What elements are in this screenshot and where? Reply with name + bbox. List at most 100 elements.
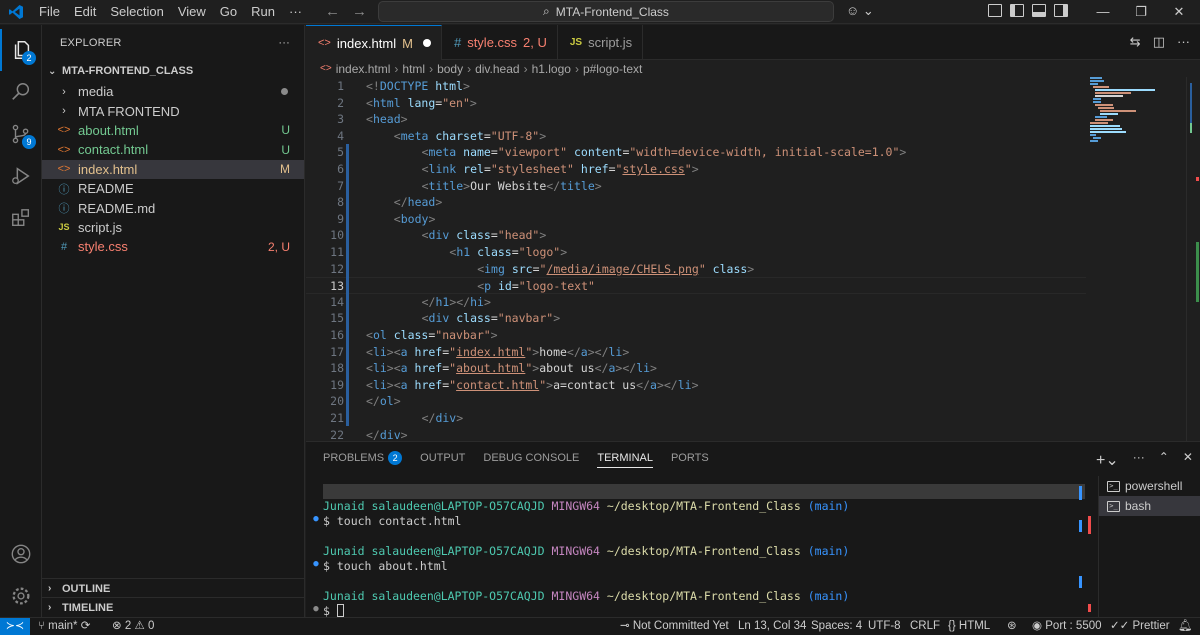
breadcrumb-item[interactable]: body	[437, 62, 463, 76]
code-token: <	[366, 361, 373, 376]
file-tree-item[interactable]: # style.css 2, U	[42, 237, 304, 256]
terminal-cursor	[336, 604, 344, 617]
code-line: 2 <html lang="en">	[306, 95, 1086, 112]
code-token: <	[366, 328, 373, 342]
close-panel-icon[interactable]: ✕	[1183, 450, 1193, 470]
compare-changes-icon[interactable]: ⇆	[1130, 34, 1141, 50]
copilot-icon[interactable]: ☺ ⌄	[846, 3, 874, 19]
language-status[interactable]: {} HTML	[948, 618, 990, 635]
code-token: =	[532, 261, 540, 276]
live-server-icon[interactable]: ⊛	[1007, 618, 1017, 635]
explorer-sidebar: EXPLORER ··· ⌄ MTA-FRONTEND_CLASS › media…	[42, 25, 305, 617]
back-arrow-icon[interactable]: ←	[325, 3, 340, 20]
vertical-scrollbar[interactable]	[1186, 77, 1200, 441]
code-token: >	[469, 95, 477, 110]
toggle-panel-icon[interactable]	[1032, 4, 1046, 17]
search-activity[interactable]	[0, 71, 42, 113]
file-tree-item[interactable]: ⓘ README	[42, 179, 304, 198]
code-editor[interactable]: 1 <!DOCTYPE html> 2 <html lang="en"> 3 <head>…	[306, 77, 1200, 441]
tab-debug-console[interactable]: DEBUG CONSOLE	[483, 442, 579, 474]
tab-problems[interactable]: PROBLEMS 2	[323, 442, 403, 474]
file-tree-item[interactable]: <> contact.html U	[42, 140, 304, 159]
file-tree-item[interactable]: ⓘ README.md	[42, 198, 304, 217]
terminal-output[interactable]: Junaid salaudeen@LAPTOP-O57CAQJD MINGW64…	[306, 476, 1091, 618]
code-token: div	[428, 311, 457, 326]
tab-script-js[interactable]: JS script.js	[558, 25, 644, 60]
terminal-item-powershell[interactable]: >_ powershell	[1099, 476, 1200, 496]
accounts-activity[interactable]	[0, 533, 42, 575]
breadcrumb-item[interactable]: p#logo-text	[583, 62, 642, 76]
code-text: <li><a href="contact.html">a=contact us<…	[366, 377, 699, 394]
code-token: about us	[539, 361, 595, 376]
terminal-item-bash[interactable]: >_ bash	[1099, 496, 1200, 516]
breadcrumb-item[interactable]: html	[402, 62, 425, 76]
breadcrumb-item[interactable]: div.head	[475, 62, 519, 76]
code-line: 20 </ol>	[306, 393, 1086, 410]
minimap[interactable]	[1088, 77, 1188, 441]
file-tree-item[interactable]: › media	[42, 82, 304, 101]
code-token: "logo"	[518, 245, 561, 259]
timeline-section[interactable]: › TIMELINE	[42, 597, 305, 617]
port-status[interactable]: ◉ Port : 5500	[1032, 618, 1102, 635]
manage-activity[interactable]	[0, 575, 42, 617]
source-control-activity[interactable]: 9	[0, 113, 42, 155]
branch-status[interactable]: ⑂ main* ⟳	[38, 618, 90, 635]
more-actions-icon[interactable]: ···	[1177, 34, 1190, 50]
tab-style-css[interactable]: # style.css 2, U	[442, 25, 558, 60]
chevron-up-icon[interactable]: ⌃	[1159, 450, 1169, 470]
menu-more[interactable]: ···	[282, 4, 309, 19]
toggle-sidebar-icon[interactable]	[1010, 4, 1024, 17]
forward-arrow-icon[interactable]: →	[352, 3, 367, 20]
run-debug-activity[interactable]	[0, 155, 42, 197]
minimize-icon[interactable]: —	[1084, 0, 1122, 24]
code-token: li	[636, 361, 651, 376]
line-number: 10	[330, 228, 344, 243]
prettier-status[interactable]: ✓✓ Prettier	[1110, 618, 1170, 635]
tab-ports[interactable]: PORTS	[671, 442, 709, 474]
unsaved-dot-icon[interactable]	[422, 39, 431, 47]
new-terminal-icon[interactable]: +⌄	[1096, 450, 1119, 470]
code-token: a	[400, 377, 415, 392]
explorer-activity[interactable]: 2	[0, 29, 42, 71]
tab-index-html[interactable]: <> index.html M	[306, 25, 442, 60]
eol-status[interactable]: CRLF	[910, 618, 940, 635]
remote-icon[interactable]: ≻≺	[0, 618, 30, 635]
menu-selection[interactable]: Selection	[103, 4, 170, 19]
file-tree-item[interactable]: JS script.js	[42, 218, 304, 237]
cursor-position[interactable]: Ln 13, Col 34	[738, 618, 806, 635]
tab-terminal[interactable]: TERMINAL	[597, 442, 653, 474]
indentation-status[interactable]: Spaces: 4	[811, 618, 862, 635]
notifications-bell-icon[interactable]: 🔔︎	[1178, 618, 1193, 635]
code-token: div	[435, 411, 457, 425]
tab-output[interactable]: OUTPUT	[420, 442, 465, 474]
prompt-user: Junaid salaudeen@LAPTOP-O57CAQJD	[323, 499, 545, 513]
encoding-status[interactable]: UTF-8	[868, 618, 901, 635]
split-editor-icon[interactable]: ◫	[1153, 34, 1165, 50]
menu-go[interactable]: Go	[213, 4, 244, 19]
problems-status[interactable]: ⊗ 2 ⚠ 0	[112, 618, 154, 635]
command-center-search[interactable]: ⌕ MTA-Frontend_Class	[378, 1, 834, 22]
code-token: Our Website	[470, 178, 547, 193]
restore-icon[interactable]: ❐	[1122, 0, 1160, 24]
code-token: li	[372, 377, 387, 392]
explorer-more-button[interactable]: ···	[278, 37, 290, 49]
workspace-folder[interactable]: ⌄ MTA-FRONTEND_CLASS	[42, 60, 304, 82]
menu-file[interactable]: File	[32, 4, 67, 19]
outline-section[interactable]: › OUTLINE	[42, 578, 305, 598]
more-actions-icon[interactable]: ···	[1133, 450, 1145, 470]
customize-layout-icon[interactable]	[988, 4, 1002, 17]
code-token: html	[435, 79, 463, 93]
breadcrumb-item[interactable]: h1.logo	[532, 62, 571, 76]
file-tree-item[interactable]: › MTA FRONTEND	[42, 101, 304, 120]
menu-view[interactable]: View	[171, 4, 213, 19]
file-tree-item[interactable]: <> index.html M	[42, 159, 304, 179]
git-blame-status[interactable]: ⊸ Not Committed Yet	[620, 618, 729, 635]
breadcrumb-item[interactable]: index.html	[336, 62, 391, 76]
close-icon[interactable]: ✕	[1160, 0, 1198, 24]
gear-icon	[12, 587, 30, 605]
file-tree-item[interactable]: <> about.html U	[42, 121, 304, 140]
toggle-secondary-sidebar-icon[interactable]	[1054, 4, 1068, 17]
extensions-activity[interactable]	[0, 197, 42, 239]
menu-edit[interactable]: Edit	[67, 4, 103, 19]
menu-run[interactable]: Run	[244, 4, 282, 19]
